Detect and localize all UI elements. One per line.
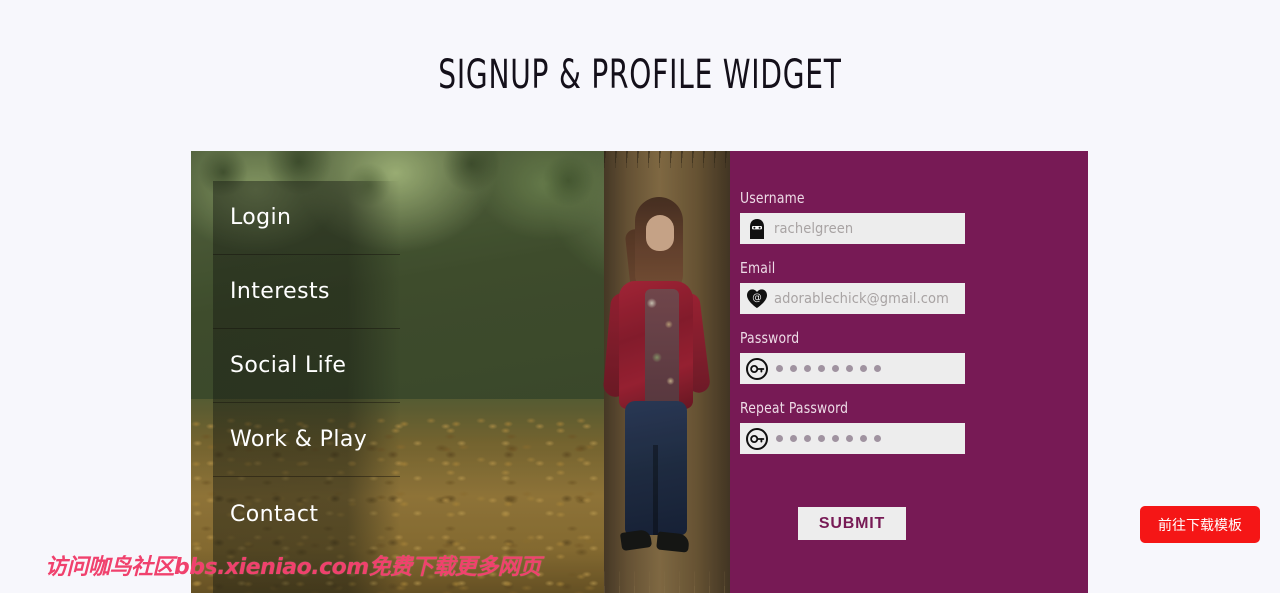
menu-item-interests[interactable]: Interests [213, 255, 400, 329]
heart-at-icon: @ [740, 283, 774, 314]
menu-item-label: Work & Play [230, 427, 368, 452]
signup-form-pane: Username rachelgreen Email @ adorablechi… [730, 151, 1088, 593]
key-circle-icon [740, 423, 774, 454]
key-circle-icon [740, 353, 774, 384]
password-value [774, 365, 881, 372]
signup-profile-widget: Login Interests Social Life Work & Play … [191, 151, 1088, 593]
username-input[interactable]: rachelgreen [740, 213, 965, 244]
menu-item-social-life[interactable]: Social Life [213, 329, 400, 403]
menu-item-label: Login [230, 205, 292, 230]
password-label: Password [740, 329, 800, 347]
download-template-button[interactable]: 前往下载模板 [1140, 506, 1260, 543]
site-watermark: 访问咖鸟社区bbs.xieniao.com免费下载更多网页 [45, 555, 541, 580]
username-value: rachelgreen [774, 220, 854, 237]
menu-item-label: Interests [230, 279, 330, 304]
repeat-password-field-group: Repeat Password [740, 399, 965, 454]
repeat-password-value [774, 435, 881, 442]
password-input[interactable] [740, 353, 965, 384]
page-title: SIGNUP & PROFILE WIDGET [438, 52, 842, 98]
repeat-password-input[interactable] [740, 423, 965, 454]
profile-nav-menu: Login Interests Social Life Work & Play … [213, 181, 400, 593]
repeat-password-label: Repeat Password [740, 399, 849, 417]
profile-photo-pane: Login Interests Social Life Work & Play … [191, 151, 730, 593]
username-field-group: Username rachelgreen [740, 189, 965, 244]
menu-item-contact[interactable]: Contact [213, 477, 400, 551]
submit-button[interactable]: SUBMIT [798, 507, 906, 540]
menu-item-work-and-play[interactable]: Work & Play [213, 403, 400, 477]
email-field-group: Email @ adorablechick@gmail.com [740, 259, 965, 314]
username-label: Username [740, 189, 805, 207]
email-label: Email [740, 259, 776, 277]
ninja-person-icon [740, 213, 774, 244]
password-field-group: Password [740, 329, 965, 384]
email-value: adorablechick@gmail.com [774, 290, 949, 307]
svg-text:@: @ [752, 292, 762, 303]
email-input[interactable]: @ adorablechick@gmail.com [740, 283, 965, 314]
menu-item-label: Social Life [230, 353, 347, 378]
menu-item-label: Contact [230, 501, 319, 527]
menu-item-login[interactable]: Login [213, 181, 400, 255]
